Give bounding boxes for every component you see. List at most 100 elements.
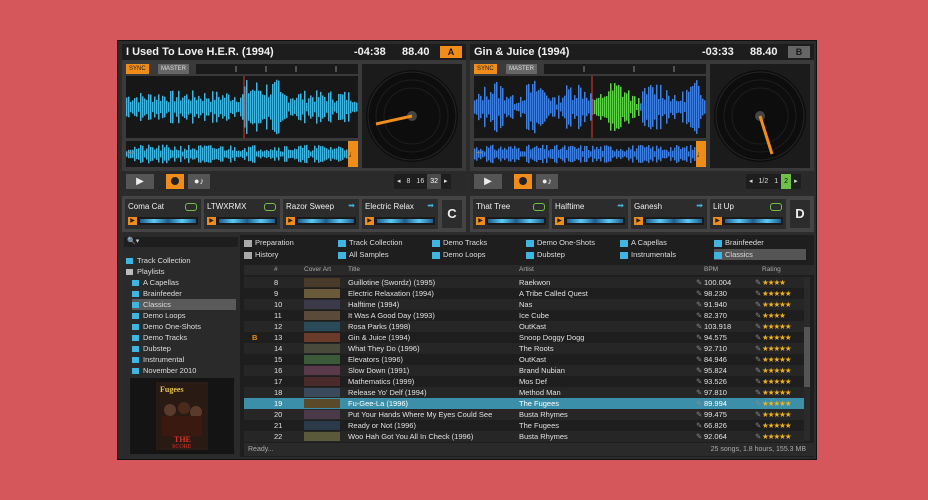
deck-b-skip-start-icon[interactable]: ⏮ [474,141,484,167]
table-row[interactable]: 20 Put Your Hands Where My Eyes Could See… [244,409,804,420]
deck-a-platter[interactable] [362,64,462,168]
table-row[interactable]: 10 Halftime (1994) Nas ✎ 91.940 ✎ ★★★★★ [244,299,804,310]
deck-a-sync-button[interactable]: SYNC [126,64,149,74]
play-icon[interactable]: ▶ [713,217,722,225]
table-row[interactable]: 15 Elevators (1996) OutKast ✎ 84.946 ✎ ★★★★★ [244,354,804,365]
col-cover[interactable]: Cover Art [304,266,331,273]
deck-b-master-button[interactable]: MASTER [506,64,538,74]
favorite-item[interactable]: Track Collection [338,237,430,248]
favorite-item[interactable]: All Samples [338,249,430,260]
table-row[interactable]: 16 Slow Down (1991) Brand Nubian ✎ 95.824 ✎ ★★… [244,365,804,376]
deck-a-waveform[interactable] [126,76,358,138]
loop-size-2[interactable]: 2 [781,174,792,189]
favorite-item[interactable]: Demo One-Shots [526,237,618,248]
loop-prev-icon[interactable]: ◂ [394,174,404,189]
tree-item[interactable]: Instrumental [132,354,236,365]
sample-slot-3[interactable]: Ganesh ➡ ▶ [631,199,707,229]
favorite-item[interactable]: Brainfeeder [714,237,806,248]
sample-slot-3[interactable]: Razor Sweep ➡ ▶ [283,199,359,229]
col-artist[interactable]: Artist [519,266,534,273]
loop-size-16[interactable]: 16 [413,174,427,189]
table-row[interactable]: 11 It Was A Good Day (1993) Ice Cube ✎ 82.37… [244,310,804,321]
table-row[interactable]: 18 Release Yo' Delf (1994) Method Man ✎ 97.8… [244,387,804,398]
deck-d-letter[interactable]: D [790,200,810,228]
tree-item[interactable]: Demo One-Shots [132,321,236,332]
deck-b-loop-size[interactable]: ◂ 1/2 1 2 ▸ [746,174,801,189]
col-bpm[interactable]: BPM [704,266,718,273]
col-num[interactable]: # [274,266,278,273]
favorite-item[interactable]: Dubstep [526,249,618,260]
table-row[interactable]: 9 Electric Relaxation (1994) A Tribe Calle… [244,288,804,299]
favorite-item[interactable]: Preparation [244,237,336,248]
deck-a-cue-strip[interactable] [196,64,358,74]
play-icon[interactable]: ▶ [555,217,564,225]
deck-b-cup-button[interactable]: ●♪ [536,174,558,189]
sample-slot-4[interactable]: Electric Relax ➡ ▶ [362,199,438,229]
play-icon[interactable]: ▶ [207,217,216,225]
tree-item[interactable]: Track Collection [126,255,236,266]
col-rating[interactable]: Rating [762,266,781,273]
favorite-item[interactable]: Instrumentals [620,249,712,260]
deck-b-overview[interactable]: ⏮ ♩ [474,141,706,167]
favorite-item[interactable]: Demo Tracks [432,237,524,248]
tree-item[interactable]: Demo Tracks [132,332,236,343]
deck-b-waveform[interactable] [474,76,706,138]
table-row[interactable]: 22 Woo Hah Got You All In Check (1996) Bus… [244,431,804,442]
deck-b-cue-strip[interactable] [544,64,706,74]
deck-b-play-button[interactable]: ▶ [474,174,502,189]
play-icon[interactable]: ▶ [476,217,485,225]
loop-size-1[interactable]: 1 [771,174,781,189]
deck-a-letter[interactable]: A [440,46,462,58]
sample-slot-2[interactable]: Halftime ➡ ▶ [552,199,628,229]
deck-b-platter[interactable] [710,64,810,168]
tree-item[interactable]: Brainfeeder [132,288,236,299]
loop-prev-icon[interactable]: ◂ [746,174,756,189]
deck-a-cue-marker-icon[interactable]: ♩ [348,141,358,167]
table-row[interactable]: 17 Mathematics (1999) Mos Def ✎ 93.526 ✎ ★★★★★ [244,376,804,387]
tree-item[interactable]: November 2010 [132,365,236,376]
deck-b-sync-button[interactable]: SYNC [474,64,497,74]
tree-item[interactable]: A Capellas [132,277,236,288]
loop-size-32[interactable]: 32 [427,174,442,189]
table-row[interactable]: 21 Ready or Not (1996) The Fugees ✎ 66.826 ✎ ★… [244,420,804,431]
play-icon[interactable]: ▶ [634,217,643,225]
sample-slot-4[interactable]: Lit Up ▶ [710,199,786,229]
deck-b-letter[interactable]: B [788,46,810,58]
play-icon[interactable]: ▶ [365,217,374,225]
sample-slot-2[interactable]: LTWXRMX ▶ [204,199,280,229]
col-title[interactable]: Title [348,266,360,273]
scrollbar-thumb[interactable] [804,327,810,387]
tree-search-input[interactable]: 🔍▾ [124,237,238,247]
deck-a-cup-button[interactable]: ●♪ [188,174,210,189]
loop-size-8[interactable]: 8 [404,174,414,189]
sample-slot-1[interactable]: That Tree ▶ [473,199,549,229]
tree-item[interactable]: Dubstep [132,343,236,354]
tree-item[interactable]: Playlists [126,266,236,277]
deck-a-play-button[interactable]: ▶ [126,174,154,189]
deck-a-master-button[interactable]: MASTER [158,64,190,74]
loop-size-half[interactable]: 1/2 [756,174,772,189]
table-row[interactable]: B 13 Gin & Juice (1994) Snoop Doggy Dogg ✎ 94… [244,332,804,343]
deck-b-cue-marker-icon[interactable]: ♩ [696,141,706,167]
favorite-item[interactable]: A Capellas [620,237,712,248]
tree-item[interactable]: Classics [132,299,236,310]
table-row[interactable]: 12 Rosa Parks (1998) OutKast ✎ 103.918 ✎ ★★★★★ [244,321,804,332]
deck-b-cue-button[interactable] [514,174,532,189]
table-row[interactable]: 8 Guillotine (Swordz) (1995) Raekwon ✎ 100.0… [244,277,804,288]
table-scrollbar[interactable] [804,277,810,441]
deck-a-loop-size[interactable]: ◂ 8 16 32 ▸ [394,174,451,189]
play-icon[interactable]: ▶ [128,217,137,225]
tree-item[interactable]: Demo Loops [132,310,236,321]
deck-c-letter[interactable]: C [442,200,462,228]
table-row[interactable]: 19 Fu-Gee-La (1996) The Fugees ✎ 89.994 ✎ ★★★★… [244,398,804,409]
deck-a-skip-start-icon[interactable]: ⏮ [126,141,136,167]
deck-a-overview[interactable]: ⏮ ♩ [126,141,358,167]
favorite-item[interactable]: History [244,249,336,260]
favorite-item[interactable]: Classics [714,249,806,260]
loop-next-icon[interactable]: ▸ [791,174,801,189]
sample-slot-1[interactable]: Coma Cat ▶ [125,199,201,229]
deck-a-cue-button[interactable] [166,174,184,189]
table-row[interactable]: 14 What They Do (1996) The Roots ✎ 92.710 ✎ ★★… [244,343,804,354]
favorite-item[interactable]: Demo Loops [432,249,524,260]
play-icon[interactable]: ▶ [286,217,295,225]
